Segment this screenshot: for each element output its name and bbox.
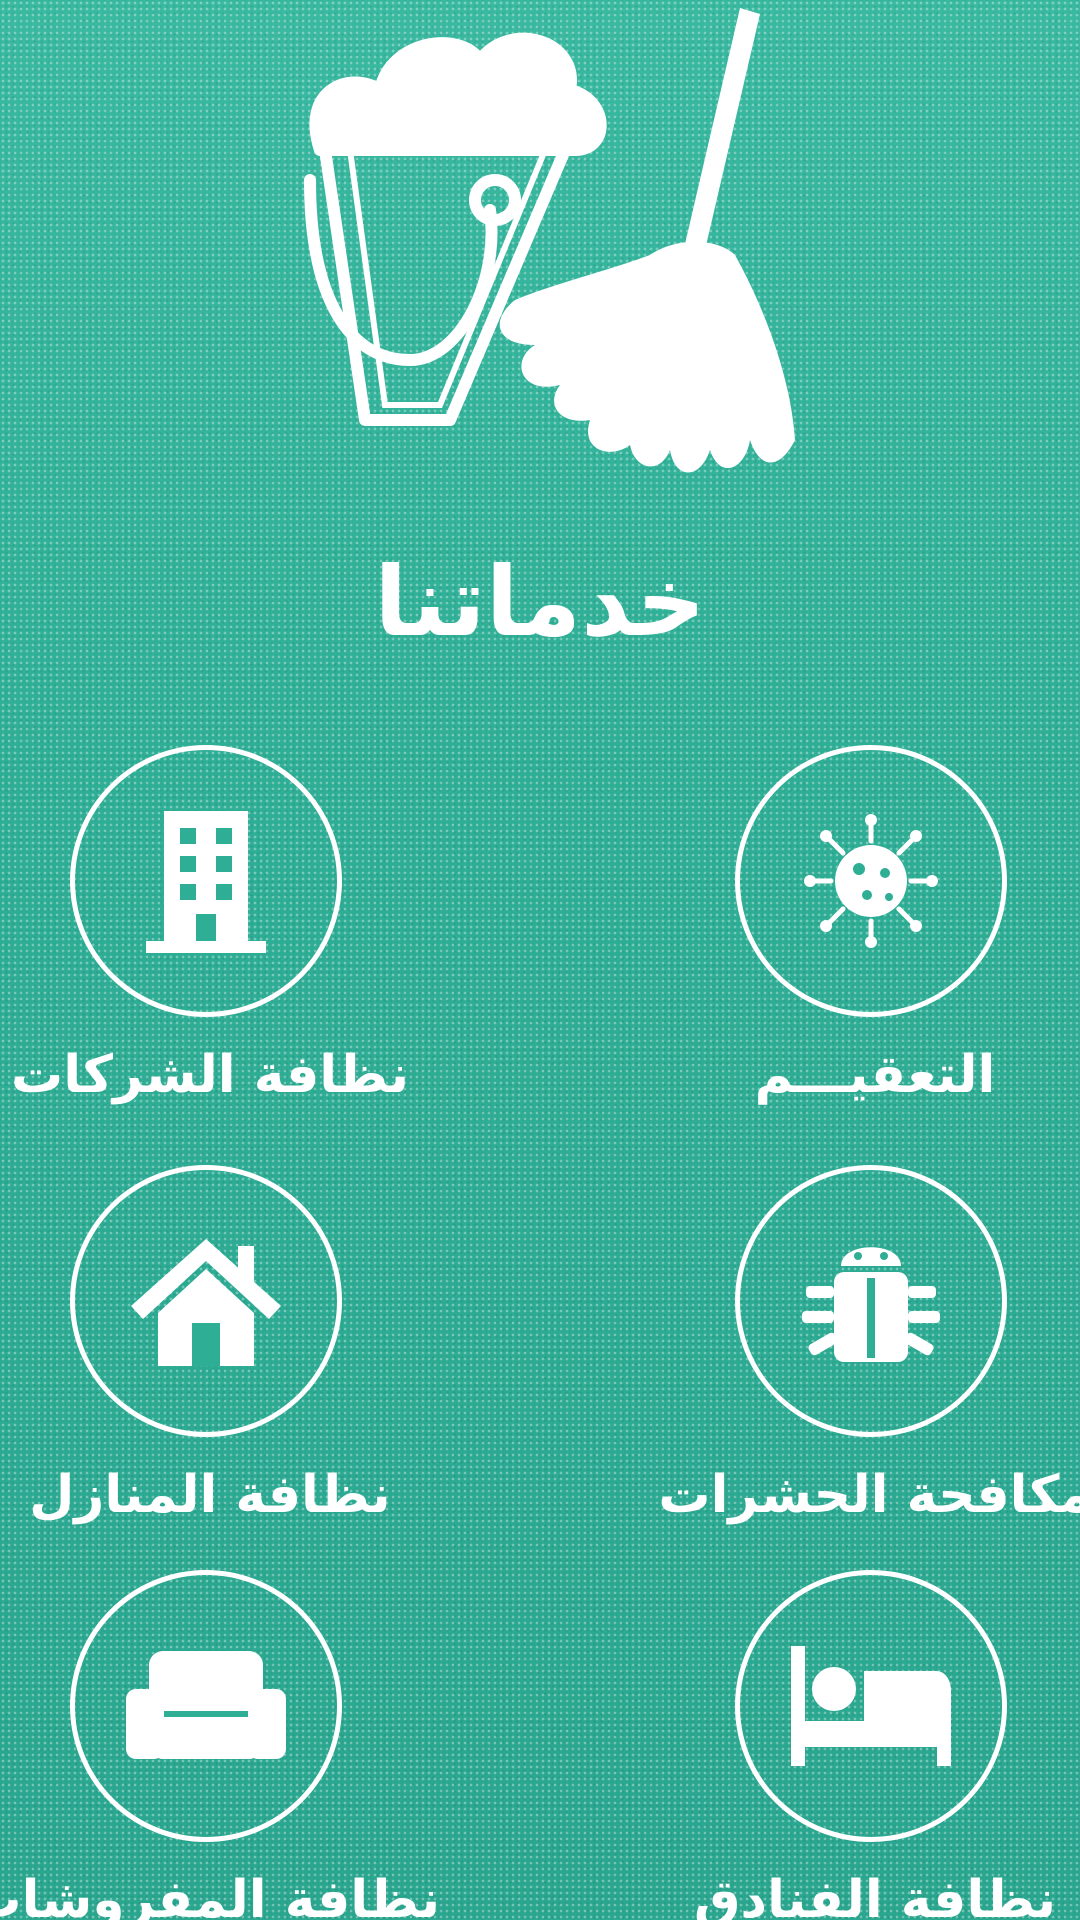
service-icon-circle [70, 1165, 342, 1437]
service-icon-circle [70, 745, 342, 1017]
bucket-broom-icon [304, 8, 795, 473]
service-label: نظافة الفنادق [693, 1870, 1057, 1920]
service-icon-circle [735, 1165, 1007, 1437]
service-label: مكافحة الحشرات [658, 1465, 1080, 1525]
service-icon-circle [70, 1570, 342, 1842]
service-disinfection[interactable]: التعقيـــم [665, 745, 1080, 1165]
service-icon-circle [735, 745, 1007, 1017]
service-home-cleaning[interactable]: نظافة المنازل [0, 1165, 420, 1585]
service-label: نظافة المنازل [29, 1465, 391, 1525]
house-icon [131, 1239, 281, 1366]
service-icon-circle [735, 1570, 1007, 1842]
bug-icon [802, 1247, 940, 1362]
service-hotel-cleaning[interactable]: نظافة الفنادق [665, 1570, 1080, 1920]
service-company-cleaning[interactable]: نظافة الشركات [0, 745, 420, 1165]
service-furniture-cleaning[interactable]: نظافة المفروشات [0, 1570, 440, 1920]
virus-icon [804, 814, 938, 948]
service-label: التعقيـــم [754, 1045, 996, 1105]
service-pest-control[interactable]: مكافحة الحشرات [658, 1165, 1080, 1585]
office-building-icon [146, 811, 266, 953]
sofa-icon [126, 1651, 286, 1759]
page-title: خدماتنا [374, 546, 706, 658]
service-label: نظافة المفروشات [0, 1870, 440, 1920]
service-label: نظافة الشركات [10, 1045, 410, 1105]
bed-icon [791, 1646, 951, 1766]
